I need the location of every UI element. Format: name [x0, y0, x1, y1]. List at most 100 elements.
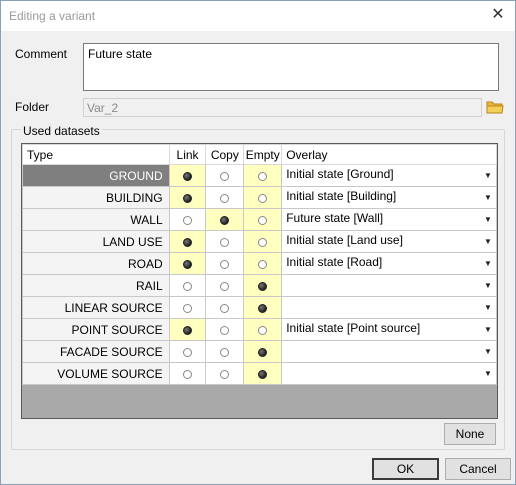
- overlay-dropdown[interactable]: Future state [Wall] ▼: [281, 208, 497, 231]
- row-copy-cell[interactable]: [205, 274, 245, 297]
- overlay-dropdown[interactable]: Initial state [Point source] ▼: [281, 318, 497, 341]
- radio-copy[interactable]: [220, 237, 230, 247]
- row-copy-cell[interactable]: [205, 362, 245, 385]
- radio-empty[interactable]: [258, 237, 268, 247]
- row-copy-cell[interactable]: [205, 340, 245, 363]
- radio-empty[interactable]: [258, 259, 268, 269]
- overlay-dropdown[interactable]: Initial state [Road] ▼: [281, 252, 497, 275]
- row-link-cell[interactable]: [168, 318, 207, 341]
- radio-link[interactable]: [183, 369, 193, 379]
- row-link-cell[interactable]: [168, 296, 207, 319]
- row-empty-cell[interactable]: [243, 274, 283, 297]
- table-row[interactable]: POINT SOURCE Initial state [Point source]…: [22, 318, 497, 341]
- row-type-cell[interactable]: GROUND: [22, 164, 170, 187]
- row-empty-cell[interactable]: [243, 362, 283, 385]
- radio-link[interactable]: [183, 259, 193, 269]
- row-link-cell[interactable]: [168, 186, 207, 209]
- row-empty-cell[interactable]: [243, 164, 283, 187]
- row-type-cell[interactable]: POINT SOURCE: [22, 318, 170, 341]
- radio-link[interactable]: [183, 347, 193, 357]
- row-copy-cell[interactable]: [205, 296, 245, 319]
- row-empty-cell[interactable]: [243, 318, 283, 341]
- table-row[interactable]: FACADE SOURCE ▼: [22, 340, 497, 363]
- overlay-dropdown[interactable]: Initial state [Land use] ▼: [281, 230, 497, 253]
- row-copy-cell[interactable]: [205, 230, 245, 253]
- radio-copy[interactable]: [220, 369, 230, 379]
- row-empty-cell[interactable]: [243, 340, 283, 363]
- radio-link[interactable]: [183, 325, 193, 335]
- radio-link[interactable]: [183, 237, 193, 247]
- row-empty-cell[interactable]: [243, 186, 283, 209]
- radio-empty[interactable]: [258, 347, 268, 357]
- radio-copy[interactable]: [220, 325, 230, 335]
- radio-link[interactable]: [183, 171, 193, 181]
- radio-link[interactable]: [183, 281, 193, 291]
- row-type-cell[interactable]: LAND USE: [22, 230, 170, 253]
- row-type-cell[interactable]: ROAD: [22, 252, 170, 275]
- row-link-cell[interactable]: [168, 164, 207, 187]
- row-type-cell[interactable]: RAIL: [22, 274, 170, 297]
- chevron-down-icon[interactable]: ▼: [481, 254, 495, 273]
- comment-field[interactable]: Future state: [83, 43, 499, 91]
- overlay-dropdown[interactable]: ▼: [281, 296, 497, 319]
- row-copy-cell[interactable]: [205, 318, 245, 341]
- row-type-cell[interactable]: WALL: [22, 208, 170, 231]
- radio-link[interactable]: [183, 193, 193, 203]
- radio-copy[interactable]: [220, 193, 230, 203]
- table-row[interactable]: BUILDING Initial state [Building] ▼: [22, 186, 497, 209]
- chevron-down-icon[interactable]: ▼: [481, 210, 495, 229]
- radio-link[interactable]: [183, 303, 193, 313]
- row-type-cell[interactable]: LINEAR SOURCE: [22, 296, 170, 319]
- row-link-cell[interactable]: [168, 208, 207, 231]
- row-link-cell[interactable]: [168, 230, 207, 253]
- radio-link[interactable]: [183, 215, 193, 225]
- row-copy-cell[interactable]: [205, 252, 245, 275]
- chevron-down-icon[interactable]: ▼: [481, 298, 495, 317]
- overlay-dropdown[interactable]: ▼: [281, 274, 497, 297]
- radio-empty[interactable]: [258, 171, 268, 181]
- table-row[interactable]: GROUND Initial state [Ground] ▼: [22, 164, 497, 187]
- overlay-dropdown[interactable]: Initial state [Building] ▼: [281, 186, 497, 209]
- radio-empty[interactable]: [258, 325, 268, 335]
- table-row[interactable]: LAND USE Initial state [Land use] ▼: [22, 230, 497, 253]
- close-icon[interactable]: ✕: [487, 4, 509, 26]
- row-link-cell[interactable]: [168, 274, 207, 297]
- radio-copy[interactable]: [220, 303, 230, 313]
- chevron-down-icon[interactable]: ▼: [481, 364, 495, 383]
- row-type-cell[interactable]: FACADE SOURCE: [22, 340, 170, 363]
- radio-copy[interactable]: [220, 281, 230, 291]
- chevron-down-icon[interactable]: ▼: [481, 342, 495, 361]
- row-type-cell[interactable]: BUILDING: [22, 186, 170, 209]
- row-empty-cell[interactable]: [243, 296, 283, 319]
- row-copy-cell[interactable]: [205, 186, 245, 209]
- overlay-dropdown[interactable]: ▼: [281, 362, 497, 385]
- table-row[interactable]: RAIL ▼: [22, 274, 497, 297]
- table-row[interactable]: VOLUME SOURCE ▼: [22, 362, 497, 385]
- chevron-down-icon[interactable]: ▼: [481, 276, 495, 295]
- row-type-cell[interactable]: VOLUME SOURCE: [22, 362, 170, 385]
- chevron-down-icon[interactable]: ▼: [481, 320, 495, 339]
- radio-empty[interactable]: [258, 193, 268, 203]
- chevron-down-icon[interactable]: ▼: [481, 166, 495, 185]
- radio-empty[interactable]: [258, 303, 268, 313]
- radio-copy[interactable]: [220, 259, 230, 269]
- chevron-down-icon[interactable]: ▼: [481, 232, 495, 251]
- row-empty-cell[interactable]: [243, 252, 283, 275]
- chevron-down-icon[interactable]: ▼: [481, 188, 495, 207]
- radio-copy[interactable]: [220, 347, 230, 357]
- radio-copy[interactable]: [220, 215, 230, 225]
- radio-empty[interactable]: [258, 281, 268, 291]
- overlay-dropdown[interactable]: ▼: [281, 340, 497, 363]
- row-link-cell[interactable]: [168, 362, 207, 385]
- table-row[interactable]: LINEAR SOURCE ▼: [22, 296, 497, 319]
- overlay-dropdown[interactable]: Initial state [Ground] ▼: [281, 164, 497, 187]
- row-copy-cell[interactable]: [205, 164, 245, 187]
- folder-icon[interactable]: [486, 100, 504, 114]
- row-empty-cell[interactable]: [243, 230, 283, 253]
- ok-button[interactable]: OK: [372, 458, 439, 480]
- row-link-cell[interactable]: [168, 252, 207, 275]
- none-button[interactable]: None: [444, 423, 496, 445]
- row-link-cell[interactable]: [168, 340, 207, 363]
- radio-copy[interactable]: [220, 171, 230, 181]
- cancel-button[interactable]: Cancel: [445, 458, 511, 480]
